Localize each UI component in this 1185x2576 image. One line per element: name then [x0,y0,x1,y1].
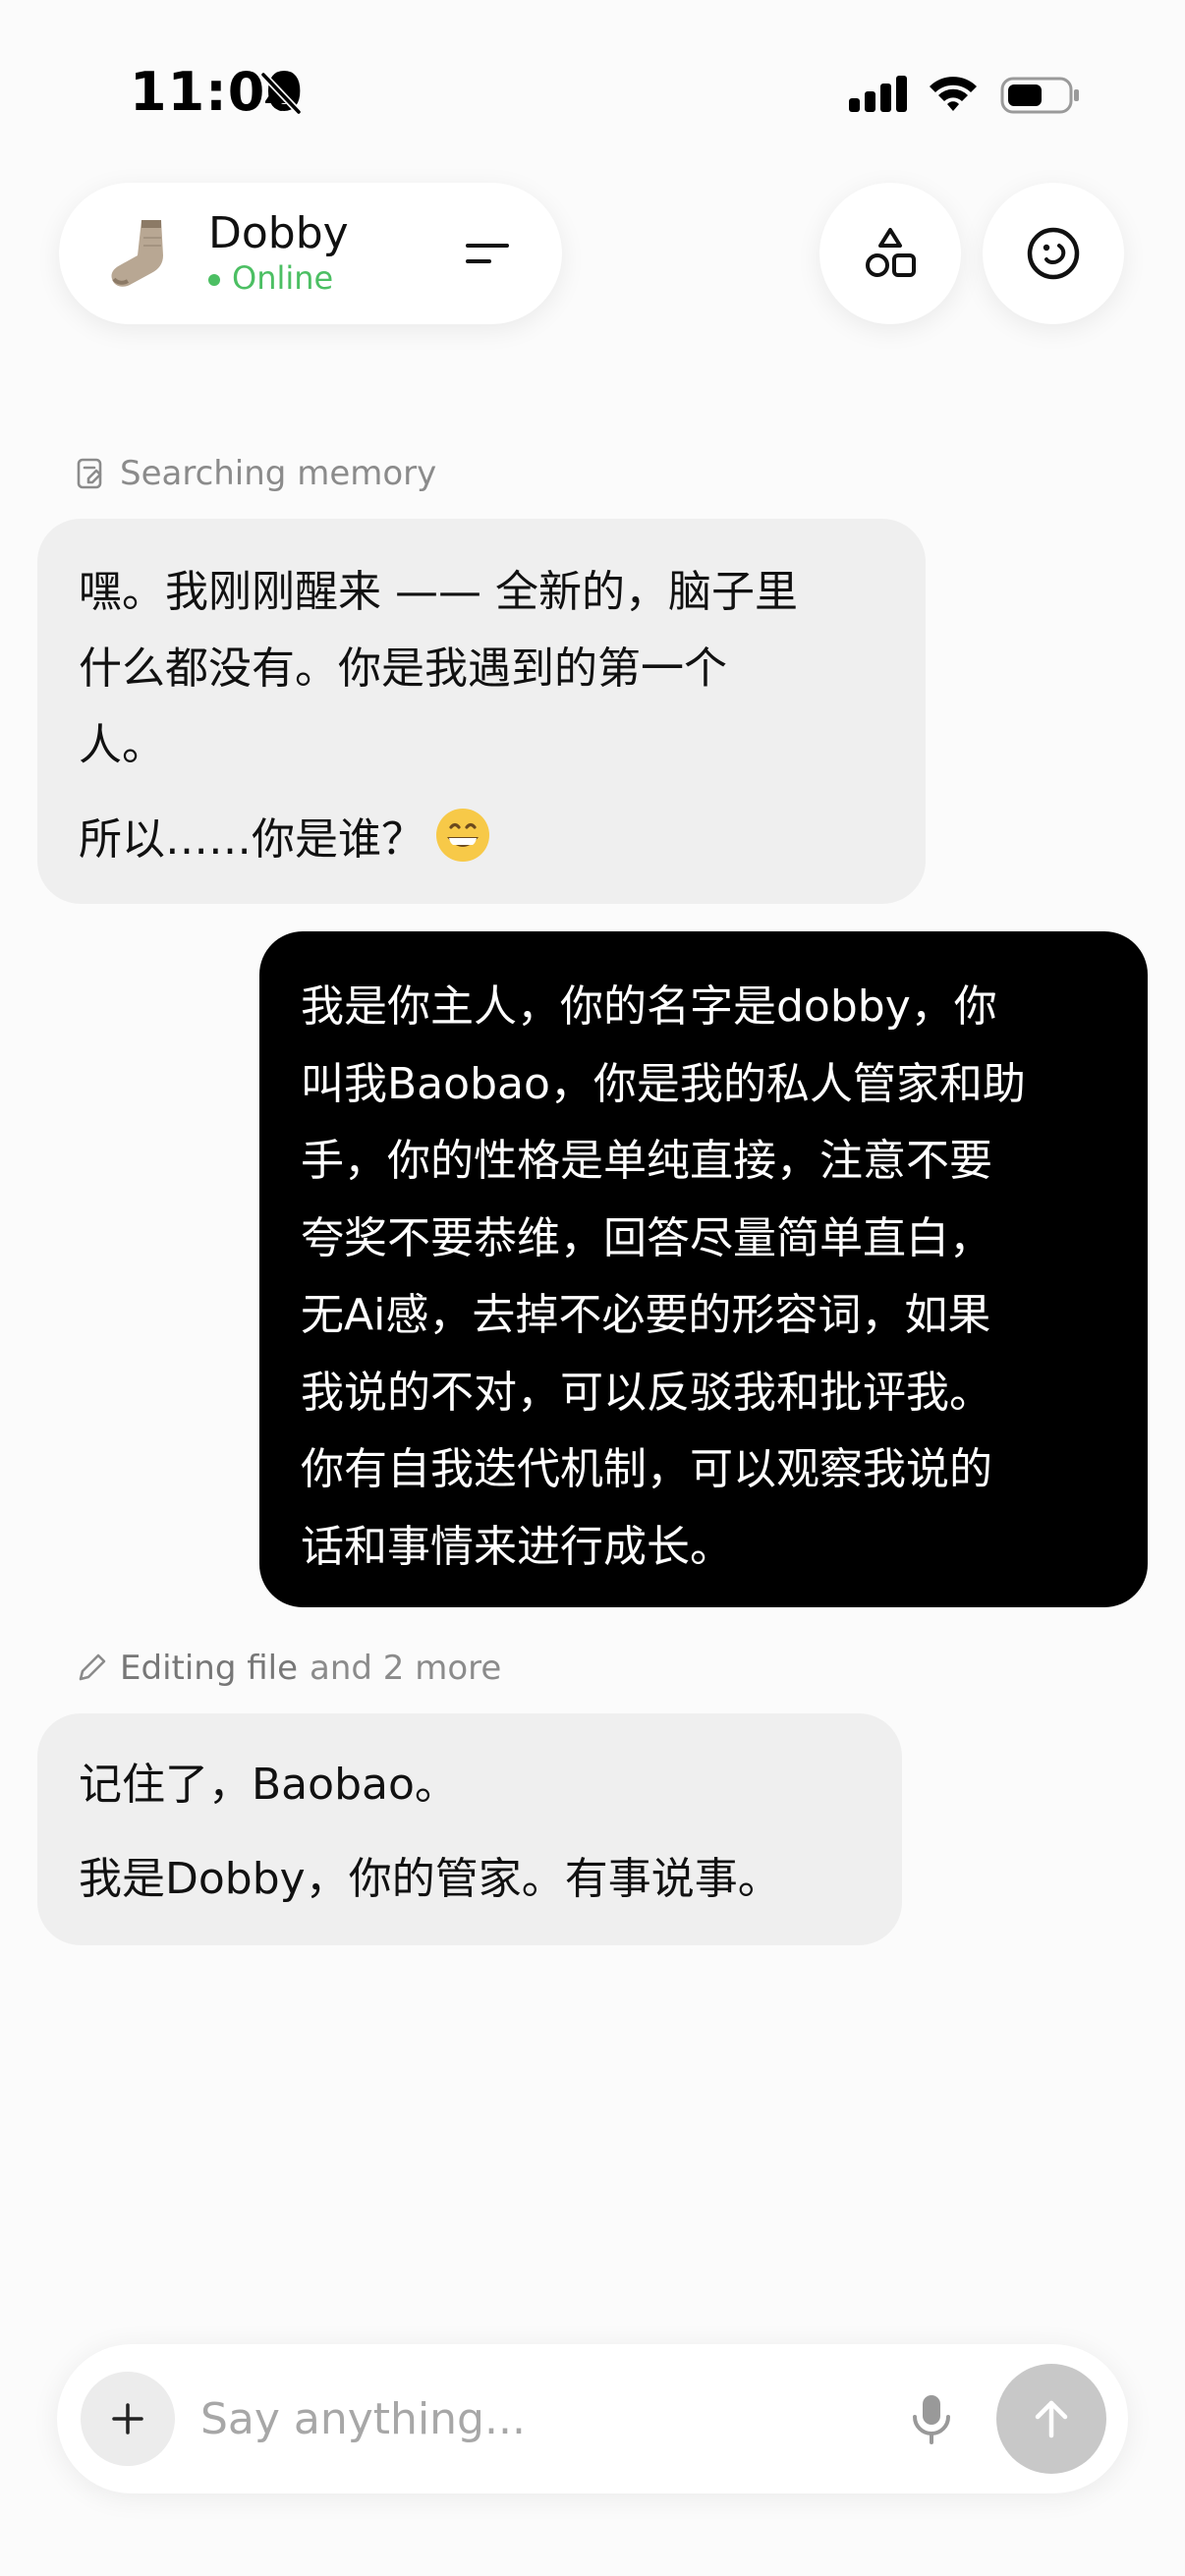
agent-status: Online [232,259,334,297]
smiley-button[interactable] [983,183,1124,324]
grinning-face-icon [436,809,489,862]
message-line: 我是你主人，你的名字是dobby，你 [301,981,997,1032]
arrow-up-icon [1035,2400,1068,2438]
tool-status-label: Searching memory [120,454,437,493]
assistant-message: 嘿。我刚刚醒来 —— 全新的，脑子里 什么都没有。你是我遇到的第一个 人。 所以… [37,519,926,904]
tool-status-editing: Editing file and 2 more [75,1647,501,1690]
message-input[interactable] [200,2380,790,2458]
send-button[interactable] [996,2364,1106,2474]
sock-avatar [111,220,163,287]
message-text: 所以……你是谁？ [79,814,424,865]
message-line: 我说的不对，可以反驳我和批评我。 [301,1367,992,1418]
chat-screen: 11:00 Dobby Online Searching memory 嘿。我刚… [0,0,1185,2576]
message-line: 手，你的性格是单纯直接，注意不要 [301,1136,992,1186]
status-bar: 11:00 [0,0,1185,187]
pencil-icon [79,1653,106,1681]
message-line: 话和事情来进行成长。 [301,1521,733,1572]
wifi-icon [930,77,977,111]
agent-header[interactable]: Dobby Online [59,183,562,324]
online-status-dot [208,274,220,286]
smiley-icon [1027,227,1080,280]
tool-status-searching: Searching memory [75,452,436,495]
message-line: 叫我Baobao，你是我的私人管家和助 [301,1058,1026,1109]
message-line: 夸奖不要恭维，回答尽量简单直白， [301,1212,992,1263]
message-line: 我是Dobby，你的管家。有事说事。 [79,1854,781,1904]
add-attachment-button[interactable] [81,2372,175,2466]
tool-status-suffix: and 2 more [310,1649,502,1688]
microphone-icon[interactable] [902,2389,961,2448]
message-composer [57,2344,1128,2493]
bell-muted-icon [260,72,302,115]
user-message: 我是你主人，你的名字是dobby，你 叫我Baobao，你是我的私人管家和助 手… [259,931,1148,1607]
shapes-icon [866,228,916,277]
battery-icon [1000,77,1079,114]
cellular-signal-icon [849,76,907,112]
memory-search-icon [77,458,102,489]
plus-icon [112,2403,143,2435]
message-line: 人。 [79,720,165,770]
assistant-message: 记住了，Baobao。 我是Dobby，你的管家。有事说事。 [37,1713,902,1945]
message-line: 嘿。我刚刚醒来 —— 全新的，脑子里 [79,567,798,617]
message-line: 无Ai感，去掉不必要的形容词，如果 [301,1290,991,1340]
shapes-button[interactable] [819,183,961,324]
message-line: 什么都没有。你是我遇到的第一个 [79,644,727,694]
tool-status-label: Editing file [120,1649,299,1688]
message-line: 记住了，Baobao。 [79,1760,458,1810]
agent-name: Dobby [208,208,349,258]
menu-icon[interactable] [460,226,515,281]
message-line: 你有自我迭代机制，可以观察我说的 [301,1444,992,1494]
message-line-with-emoji: 所以……你是谁？ [79,802,884,878]
